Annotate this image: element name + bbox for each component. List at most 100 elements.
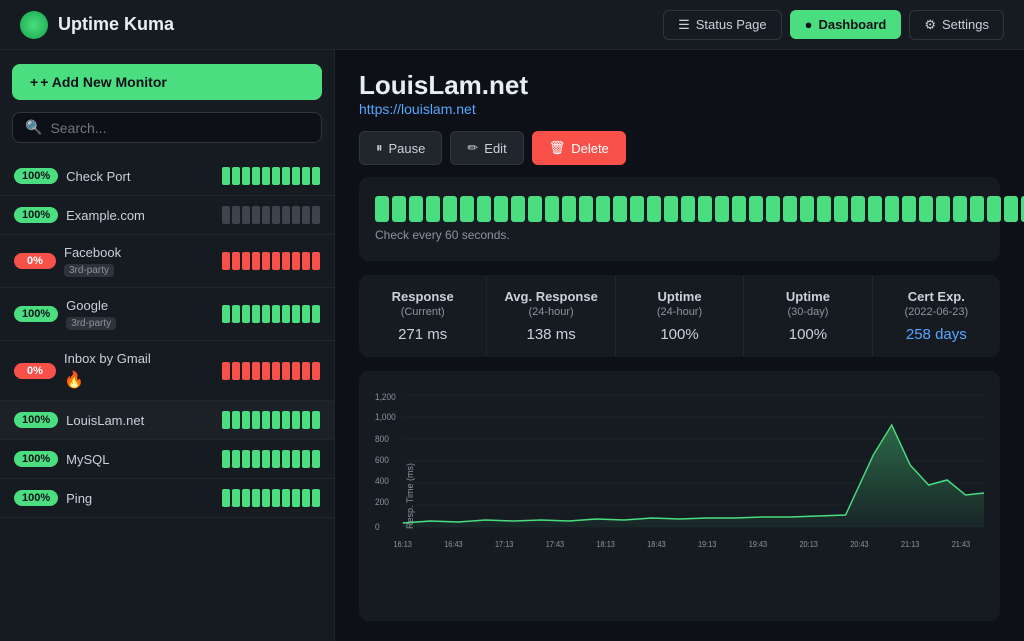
heartbeat-bar <box>242 252 250 270</box>
status-bar <box>613 196 627 222</box>
heartbeat-bar <box>232 252 240 270</box>
monitor-item-facebook[interactable]: 0%Facebook3rd-party <box>0 235 334 288</box>
chart-container: 1,200 1,000 800 600 400 200 0 <box>375 385 984 607</box>
svg-text:18:43: 18:43 <box>647 540 665 549</box>
heartbeat-bar <box>262 167 270 185</box>
monitor-tag: 3rd-party <box>66 317 116 330</box>
monitor-item-mysql[interactable]: 100%MySQL <box>0 440 334 479</box>
sidebar: + + Add New Monitor 🔍 100%Check Port100%… <box>0 50 335 641</box>
heartbeat-bar <box>242 362 250 380</box>
heartbeats <box>222 362 320 380</box>
svg-text:1,200: 1,200 <box>375 392 396 402</box>
status-bar <box>970 196 984 222</box>
heartbeat-bar <box>222 450 230 468</box>
heartbeat-bar <box>222 411 230 429</box>
status-bar <box>953 196 967 222</box>
delete-button[interactable]: 🗑 Delete <box>532 131 626 165</box>
heartbeats <box>222 252 320 270</box>
monitor-list: 100% Check Port 100%Example.com0%Facebook3… <box>0 157 334 641</box>
heartbeats <box>222 450 320 468</box>
monitor-badge: 100% <box>14 168 58 184</box>
status-bar <box>732 196 746 222</box>
status-bar <box>664 196 678 222</box>
heartbeat-bar <box>242 167 250 185</box>
monitor-item-google[interactable]: 100%Google3rd-party <box>0 288 334 341</box>
heartbeat-bar <box>252 305 260 323</box>
heartbeat-bar <box>232 167 240 185</box>
edit-icon: ✏ <box>467 140 478 156</box>
heartbeat-bar <box>292 167 300 185</box>
monitor-name: LouisLam.net <box>66 413 214 428</box>
app-title: Uptime Kuma <box>58 14 174 35</box>
heartbeat-bar <box>292 362 300 380</box>
monitor-badge: 0% <box>14 253 56 269</box>
heartbeat-bar <box>242 411 250 429</box>
status-bar <box>766 196 780 222</box>
stat-value[interactable]: 258 days <box>889 326 984 343</box>
svg-text:17:13: 17:13 <box>495 540 513 549</box>
stats-row: Response(Current)271 msAvg. Response(24-… <box>359 275 1000 357</box>
fire-icon: 🔥 <box>64 370 214 390</box>
pause-button[interactable]: ⏸ Pause <box>359 131 442 165</box>
monitor-header: LouisLam.net https://louislam.net ⏸ Paus… <box>359 70 1000 165</box>
monitor-item-check-port[interactable]: 100% Check Port <box>0 157 334 196</box>
stat-sublabel: (24-hour) <box>632 306 727 318</box>
stat-sublabel: (Current) <box>375 306 470 318</box>
heartbeat-bar <box>312 305 320 323</box>
add-monitor-button[interactable]: + + Add New Monitor <box>12 64 322 100</box>
heartbeat-bar <box>262 450 270 468</box>
status-bar <box>460 196 474 222</box>
check-interval-text: Check every 60 seconds. <box>375 228 1024 242</box>
monitor-item-example-com[interactable]: 100%Example.com <box>0 196 334 235</box>
status-bar <box>834 196 848 222</box>
action-buttons: ⏸ Pause ✏ Edit 🗑 Delete <box>359 131 1000 165</box>
monitor-name: Check Port <box>66 169 214 184</box>
response-chart: 1,200 1,000 800 600 400 200 0 <box>375 385 984 555</box>
svg-text:0: 0 <box>375 522 380 532</box>
heartbeat-bar <box>282 411 290 429</box>
search-input[interactable] <box>50 120 309 136</box>
heartbeat-bar <box>262 252 270 270</box>
heartbeat-bar <box>222 305 230 323</box>
dashboard-button[interactable]: ● Dashboard <box>790 10 902 39</box>
status-bar <box>749 196 763 222</box>
heartbeat-bar <box>292 252 300 270</box>
heartbeat-bar <box>302 411 310 429</box>
header-right: ☰ Status Page ● Dashboard ⚙ Settings <box>663 10 1004 40</box>
heartbeat-bar <box>292 206 300 224</box>
monitor-item-inbox-by-gmail[interactable]: 0% Inbox by Gmail🔥 <box>0 341 334 401</box>
status-bar <box>392 196 406 222</box>
heartbeat-bar <box>312 450 320 468</box>
stat-value-link[interactable]: 258 days <box>906 326 967 343</box>
stat-item: Uptime(30-day)100% <box>744 275 872 357</box>
heartbeat-bar <box>262 305 270 323</box>
status-bar <box>494 196 508 222</box>
status-bar <box>919 196 933 222</box>
status-bar <box>647 196 661 222</box>
monitor-item-ping[interactable]: 100%Ping <box>0 479 334 518</box>
status-bar <box>562 196 576 222</box>
monitor-url: https://louislam.net <box>359 101 1000 117</box>
heartbeat-bar <box>262 362 270 380</box>
monitor-name: Inbox by Gmail🔥 <box>64 351 214 390</box>
stat-value: 138 ms <box>503 326 598 343</box>
heartbeat-bar <box>312 489 320 507</box>
heartbeat-bar <box>302 362 310 380</box>
heartbeat-bar <box>222 206 230 224</box>
heartbeat-bar <box>252 167 260 185</box>
status-bar <box>426 196 440 222</box>
monitor-item-louislam-net[interactable]: 100%LouisLam.net <box>0 401 334 440</box>
stat-sublabel: (2022-06-23) <box>889 306 984 318</box>
trash-icon: 🗑 <box>549 140 566 156</box>
settings-button[interactable]: ⚙ Settings <box>909 10 1004 40</box>
status-bar <box>579 196 593 222</box>
heartbeat-bar <box>242 206 250 224</box>
heartbeat-bar <box>272 252 280 270</box>
status-page-button[interactable]: ☰ Status Page <box>663 10 781 40</box>
edit-button[interactable]: ✏ Edit <box>450 131 523 165</box>
svg-text:16:13: 16:13 <box>393 540 411 549</box>
stat-label: Uptime <box>632 289 727 304</box>
monitor-badge: 0% <box>14 363 56 379</box>
status-bar <box>596 196 610 222</box>
monitor-url-link[interactable]: https://louislam.net <box>359 101 476 117</box>
